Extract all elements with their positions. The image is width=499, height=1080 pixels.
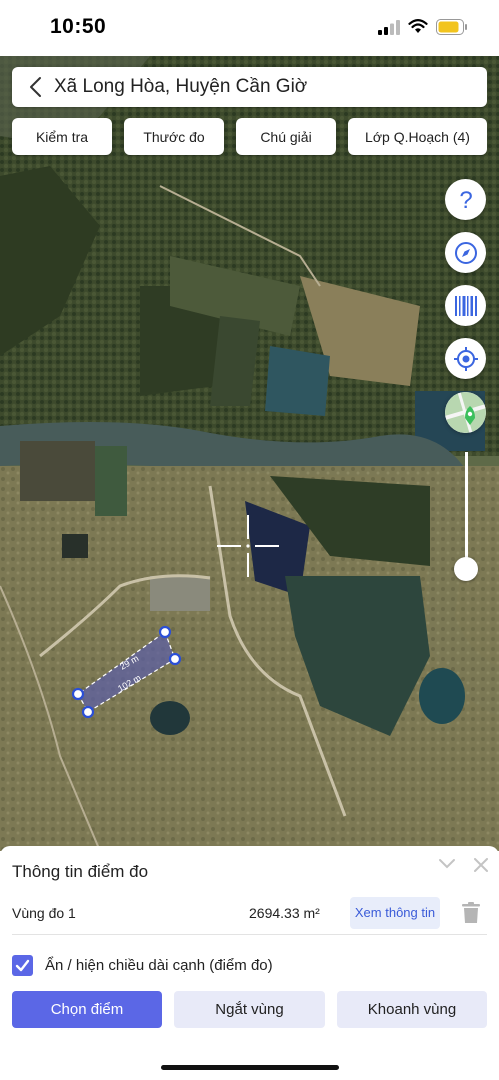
location-bar[interactable]: Xã Long Hòa, Huyện Cần Giờ bbox=[12, 67, 487, 107]
measure-area-value: 2694.33 m² bbox=[249, 905, 320, 921]
map-layer-button[interactable] bbox=[445, 392, 486, 433]
panel-title: Thông tin điểm đo bbox=[12, 862, 149, 881]
crosshair-icon bbox=[217, 515, 279, 577]
measure-point[interactable] bbox=[81, 705, 95, 719]
legend-button[interactable]: Chú giải bbox=[236, 118, 336, 155]
map-layer-icon bbox=[445, 392, 486, 433]
measure-point[interactable] bbox=[71, 687, 85, 701]
status-bar: 10:50 bbox=[0, 0, 499, 56]
location-title: Xã Long Hòa, Huyện Cần Giờ bbox=[54, 76, 308, 97]
checkmark-icon bbox=[15, 959, 30, 972]
satellite-map[interactable]: 29 m 102 m bbox=[0, 56, 499, 851]
map-imagery: 29 m 102 m bbox=[0, 56, 499, 851]
opacity-slider-handle[interactable] bbox=[454, 557, 478, 581]
trash-icon[interactable] bbox=[462, 902, 480, 923]
battery-icon bbox=[436, 19, 467, 35]
opacity-slider-track[interactable] bbox=[465, 452, 468, 569]
close-icon[interactable] bbox=[474, 858, 488, 872]
show-edge-length-checkbox[interactable] bbox=[12, 955, 33, 976]
show-edge-length-label: Ẩn / hiện chiều dài cạnh (điểm đo) bbox=[45, 957, 273, 974]
measure-info-panel: Thông tin điểm đo Vùng đo 1 2694.33 m² X… bbox=[0, 846, 499, 1080]
back-arrow-icon[interactable] bbox=[26, 76, 48, 98]
check-button[interactable]: Kiểm tra bbox=[12, 118, 112, 155]
divider bbox=[12, 934, 487, 935]
locate-button[interactable] bbox=[445, 338, 486, 379]
home-indicator bbox=[161, 1065, 339, 1070]
measure-point[interactable] bbox=[158, 625, 172, 639]
planning-layers-button[interactable]: Lớp Q.Hoạch (4) bbox=[348, 118, 487, 155]
compass-icon bbox=[454, 241, 477, 264]
signal-icon bbox=[378, 20, 400, 35]
help-button[interactable]: ? bbox=[445, 179, 486, 220]
chevron-down-icon[interactable] bbox=[438, 858, 456, 870]
locate-icon bbox=[453, 346, 478, 371]
wifi-icon bbox=[408, 19, 428, 33]
clock: 10:50 bbox=[50, 15, 107, 38]
barcode-icon bbox=[454, 295, 477, 316]
ruler-button[interactable]: Thước đo bbox=[124, 118, 224, 155]
break-area-button[interactable]: Ngắt vùng bbox=[174, 991, 325, 1028]
compass-button[interactable] bbox=[445, 232, 486, 273]
barcode-button[interactable] bbox=[445, 285, 486, 326]
select-point-button[interactable]: Chọn điểm bbox=[12, 991, 162, 1028]
svg-text:?: ? bbox=[459, 188, 472, 212]
view-info-button[interactable]: Xem thông tin bbox=[350, 897, 440, 929]
measure-area-name: Vùng đo 1 bbox=[12, 905, 76, 921]
enclose-area-button[interactable]: Khoanh vùng bbox=[337, 991, 487, 1028]
measure-point[interactable] bbox=[168, 652, 182, 666]
help-icon: ? bbox=[459, 188, 472, 212]
